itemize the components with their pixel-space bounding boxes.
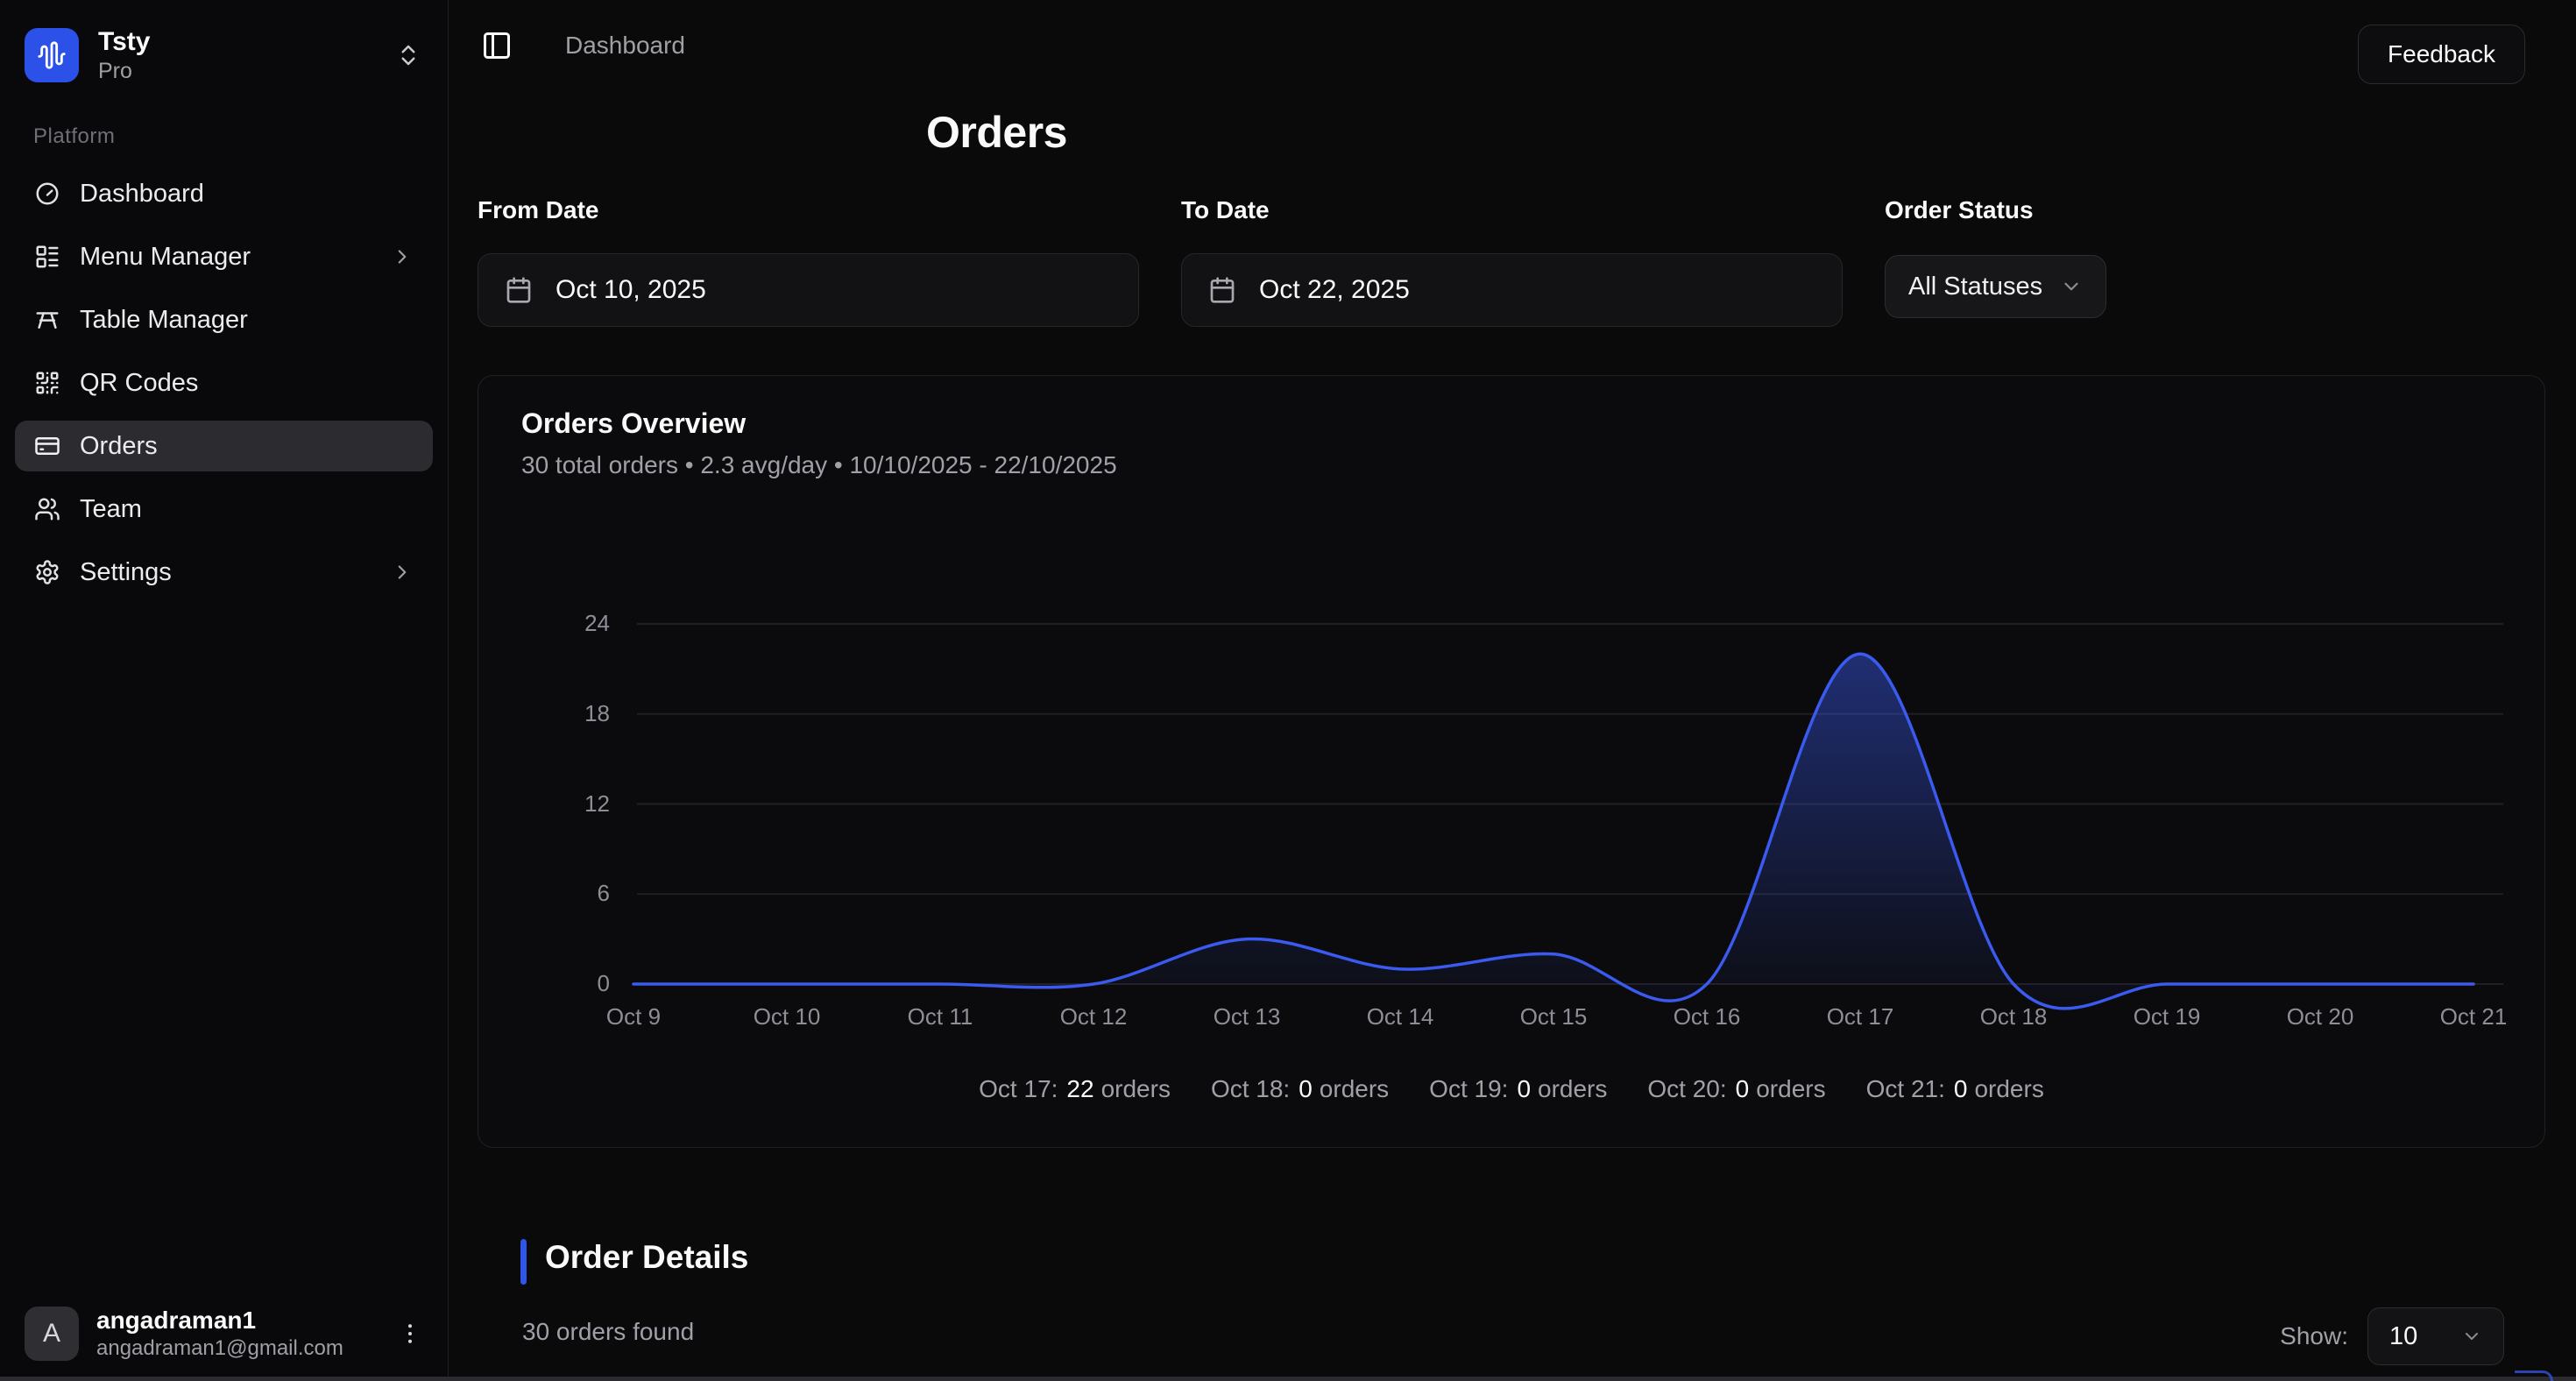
sidebar-nav: Dashboard Menu Manager Table Manager — [15, 168, 433, 598]
x-tick-label: Oct 16 — [1632, 1003, 1781, 1030]
audio-waveform-icon — [37, 40, 67, 70]
sidebar-section-label: Platform — [33, 124, 448, 149]
order-status-select[interactable]: All Statuses — [1885, 255, 2106, 318]
qr-code-icon — [34, 370, 60, 396]
sidebar: Tsty Pro Platform Dashboard Menu Manager — [0, 0, 449, 1381]
y-tick-label: 18 — [531, 700, 610, 727]
orders-found-count: 30 orders found — [522, 1318, 694, 1346]
y-tick-label: 0 — [531, 970, 610, 997]
sidebar-item-dashboard[interactable]: Dashboard — [15, 168, 433, 219]
chart-stat-item: Oct 21:0orders — [1866, 1075, 2044, 1103]
sidebar-item-team[interactable]: Team — [15, 484, 433, 535]
page-size-value: 10 — [2389, 1322, 2417, 1351]
users-icon — [34, 496, 60, 522]
x-tick-label: Oct 15 — [1479, 1003, 1628, 1030]
chevron-down-icon — [2060, 275, 2083, 298]
x-tick-label: Oct 10 — [712, 1003, 861, 1030]
sidebar-item-label: Dashboard — [80, 180, 414, 209]
x-tick-label: Oct 21 — [2399, 1003, 2548, 1030]
sidebar-item-label: Orders — [80, 432, 414, 461]
workspace-switcher[interactable]: Tsty Pro — [25, 26, 421, 84]
from-date-input[interactable]: Oct 10, 2025 — [478, 253, 1139, 327]
sidebar-item-table-manager[interactable]: Table Manager — [15, 294, 433, 345]
calendar-icon — [505, 276, 533, 304]
partial-element-corner — [2515, 1370, 2553, 1381]
credit-card-icon — [34, 433, 60, 459]
x-tick-label: Oct 20 — [2246, 1003, 2395, 1030]
gear-icon — [34, 559, 60, 585]
x-tick-label: Oct 11 — [866, 1003, 1015, 1030]
next-section-edge — [0, 1377, 2576, 1381]
breadcrumb[interactable]: Dashboard — [565, 32, 685, 60]
order-details-title: Order Details — [545, 1239, 748, 1276]
user-email: angadraman1@gmail.com — [96, 1335, 397, 1362]
sidebar-item-orders[interactable]: Orders — [15, 421, 433, 471]
user-menu[interactable]: A angadraman1 angadraman1@gmail.com — [25, 1306, 423, 1362]
x-tick-label: Oct 14 — [1326, 1003, 1475, 1030]
sidebar-item-label: Menu Manager — [80, 243, 391, 272]
sidebar-item-settings[interactable]: Settings — [15, 547, 433, 598]
chevron-right-icon — [391, 245, 414, 268]
chart-stat-item: Oct 20:0orders — [1647, 1075, 1825, 1103]
picnic-table-icon — [34, 307, 60, 333]
gauge-icon — [34, 181, 60, 207]
top-bar: Dashboard Feedback — [449, 0, 2576, 88]
chart-title: Orders Overview — [521, 407, 746, 440]
y-tick-label: 12 — [531, 790, 610, 818]
order-status-label: Order Status — [1885, 196, 2034, 224]
y-tick-label: 24 — [531, 610, 610, 637]
x-tick-label: Oct 13 — [1172, 1003, 1321, 1030]
x-tick-label: Oct 9 — [559, 1003, 708, 1030]
x-tick-label: Oct 12 — [1019, 1003, 1168, 1030]
chevron-down-icon — [2461, 1326, 2482, 1347]
order-status-value: All Statuses — [1908, 273, 2042, 301]
page-size-select[interactable]: 10 — [2367, 1307, 2504, 1365]
app-logo — [25, 28, 79, 82]
feedback-button[interactable]: Feedback — [2358, 25, 2525, 84]
chevron-right-icon — [391, 561, 414, 584]
sidebar-item-label: Team — [80, 495, 414, 524]
sidebar-toggle-icon[interactable] — [481, 30, 513, 61]
x-tick-label: Oct 18 — [1939, 1003, 2088, 1030]
layout-list-icon — [34, 244, 60, 270]
app-root: Tsty Pro Platform Dashboard Menu Manager — [0, 0, 2576, 1381]
x-tick-label: Oct 19 — [2092, 1003, 2241, 1030]
sidebar-item-label: QR Codes — [80, 369, 414, 398]
orders-chart-svg — [614, 606, 2524, 1052]
sidebar-item-menu-manager[interactable]: Menu Manager — [15, 231, 433, 282]
y-tick-label: 6 — [531, 880, 610, 907]
x-tick-label: Oct 17 — [1786, 1003, 1935, 1030]
user-name: angadraman1 — [96, 1306, 397, 1335]
section-accent-bar — [520, 1239, 527, 1285]
show-label: Show: — [2280, 1322, 2348, 1350]
page-title: Orders — [926, 107, 1067, 158]
orders-overview-card: Orders Overview 30 total orders • 2.3 av… — [478, 375, 2545, 1148]
from-date-value: Oct 10, 2025 — [556, 275, 706, 305]
to-date-value: Oct 22, 2025 — [1259, 275, 1410, 305]
workspace-name: Tsty — [98, 26, 395, 58]
chart-stat-item: Oct 18:0orders — [1211, 1075, 1389, 1103]
workspace-plan: Pro — [98, 58, 395, 84]
chevrons-up-down-icon — [395, 42, 421, 68]
chart-subtitle: 30 total orders • 2.3 avg/day • 10/10/20… — [521, 451, 1117, 479]
ellipsis-vertical-icon[interactable] — [397, 1321, 423, 1347]
chart-stat-item: Oct 17:22orders — [979, 1075, 1171, 1103]
from-date-label: From Date — [478, 196, 598, 224]
sidebar-item-label: Table Manager — [80, 306, 414, 335]
to-date-label: To Date — [1181, 196, 1270, 224]
sidebar-item-qr-codes[interactable]: QR Codes — [15, 358, 433, 408]
chart-stat-item: Oct 19:0orders — [1429, 1075, 1607, 1103]
to-date-input[interactable]: Oct 22, 2025 — [1181, 253, 1843, 327]
avatar: A — [25, 1307, 79, 1361]
calendar-icon — [1208, 276, 1236, 304]
sidebar-item-label: Settings — [80, 558, 391, 587]
chart-stats: Oct 17:22orders Oct 18:0orders Oct 19:0ord… — [478, 1075, 2544, 1103]
show-row: Show: 10 — [2280, 1307, 2504, 1365]
